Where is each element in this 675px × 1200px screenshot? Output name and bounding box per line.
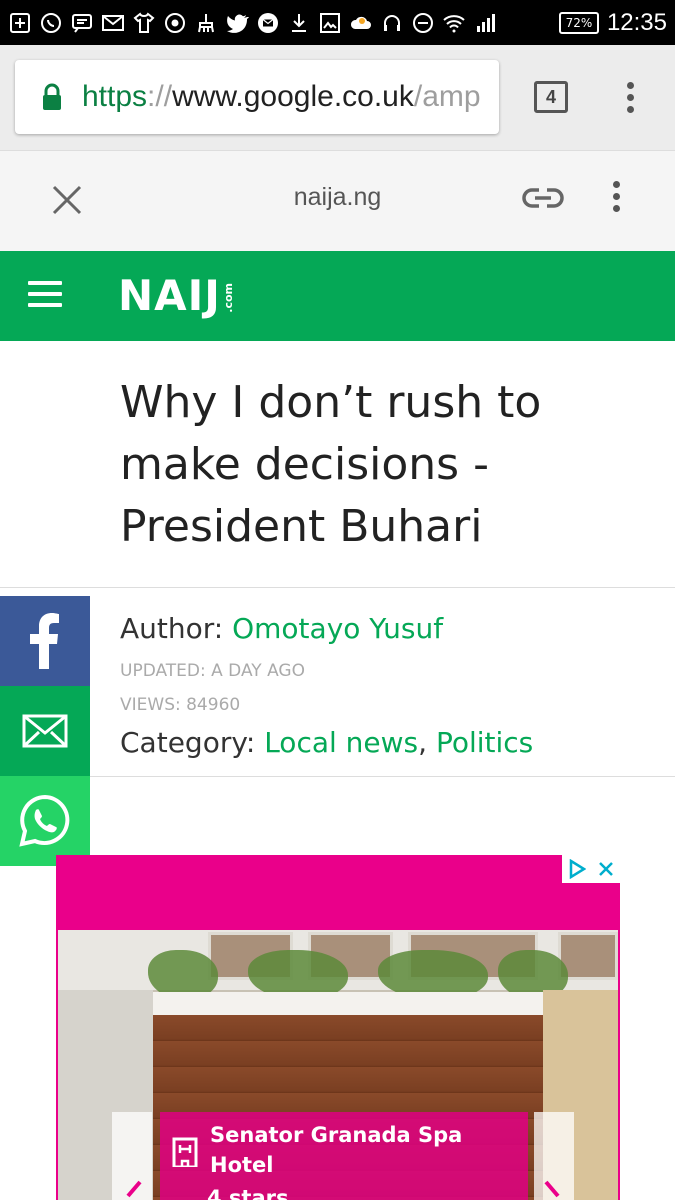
category-link-politics[interactable]: Politics <box>436 726 533 759</box>
url-scheme: https <box>82 80 148 113</box>
twitter-icon <box>225 11 249 35</box>
clock: 12:35 <box>606 8 667 36</box>
updated-text: UPDATED: A DAY AGO <box>120 661 305 681</box>
chrome-icon <box>163 11 187 35</box>
url-separator: :// <box>147 80 173 113</box>
share-whatsapp-button[interactable] <box>0 776 90 866</box>
ad-hotel-name[interactable]: Senator Granada Spa Hotel <box>210 1120 510 1180</box>
site-header: NAIJ .com <box>0 251 675 341</box>
logo-suffix: .com <box>221 283 235 313</box>
link-icon[interactable] <box>522 181 564 215</box>
logo-text: NAIJ <box>118 271 221 320</box>
hotel-icon <box>172 1137 198 1167</box>
status-right: 72% 12:35 <box>558 8 667 37</box>
status-bar: 72% 12:35 <box>0 0 675 45</box>
author-line: Author: Omotayo Yusuf <box>120 612 443 645</box>
facebook-icon <box>30 613 59 669</box>
notification-icons <box>8 11 559 35</box>
envelope-icon <box>22 714 68 748</box>
mail-circle-icon <box>256 11 280 35</box>
shirt-icon <box>132 11 156 35</box>
wifi-icon <box>442 11 466 35</box>
browser-toolbar: https://www.google.co.uk/amp 4 <box>0 45 675 150</box>
views-count: VIEWS: 84960 <box>120 695 241 715</box>
hamburger-menu-icon[interactable] <box>28 281 62 307</box>
divider <box>0 587 675 588</box>
ad-prev-button[interactable] <box>112 1112 152 1200</box>
adchoices-icon[interactable] <box>562 855 591 883</box>
amp-viewer-header: naija.ng <box>0 150 675 251</box>
share-facebook-button[interactable] <box>0 596 90 686</box>
category-line: Category: Local news, Politics <box>120 726 533 759</box>
whatsapp-icon <box>19 794 70 847</box>
amp-domain[interactable]: naija.ng <box>0 183 675 212</box>
message-icon <box>70 11 94 35</box>
url-host: www.google.co.uk <box>172 80 414 113</box>
download-icon <box>287 11 311 35</box>
chevron-left-icon <box>126 1180 142 1198</box>
signal-icon <box>473 11 497 35</box>
article-title: Why I don’t rush to make decisions - Pre… <box>120 377 542 552</box>
ad-next-button[interactable] <box>534 1112 574 1200</box>
cleaner-icon <box>194 11 218 35</box>
browser-menu-icon[interactable] <box>627 82 635 113</box>
chevron-right-icon <box>544 1180 560 1198</box>
url-text: https://www.google.co.uk/amp <box>82 80 481 114</box>
category-label: Category: <box>120 726 265 759</box>
author-label: Author: <box>120 612 233 645</box>
image-icon <box>318 11 342 35</box>
adchoices <box>562 855 620 883</box>
battery-indicator: 72% <box>558 11 599 34</box>
share-email-button[interactable] <box>0 686 90 776</box>
weather-icon <box>349 11 373 35</box>
ad-close-icon[interactable] <box>591 855 620 883</box>
category-link-local-news[interactable]: Local news <box>264 726 418 759</box>
gmail-icon <box>101 11 125 35</box>
address-bar[interactable]: https://www.google.co.uk/amp <box>15 60 499 134</box>
url-path: /amp <box>413 80 481 113</box>
lock-icon <box>43 83 61 110</box>
do-not-disturb-icon <box>411 11 435 35</box>
author-link[interactable]: Omotayo Yusuf <box>232 612 443 645</box>
whatsapp-notification-icon <box>39 11 63 35</box>
site-logo[interactable]: NAIJ .com <box>118 271 235 321</box>
ad-hotel-stars: 4 stars <box>207 1186 289 1200</box>
tab-switcher-button[interactable]: 4 <box>534 81 568 113</box>
add-box-icon <box>8 11 32 35</box>
amp-menu-icon[interactable] <box>613 181 621 212</box>
headset-icon <box>380 11 404 35</box>
divider <box>0 776 675 777</box>
page: 72% 12:35 https://www.google.co.uk/amp 4… <box>0 0 675 1200</box>
category-separator: , <box>418 726 436 759</box>
